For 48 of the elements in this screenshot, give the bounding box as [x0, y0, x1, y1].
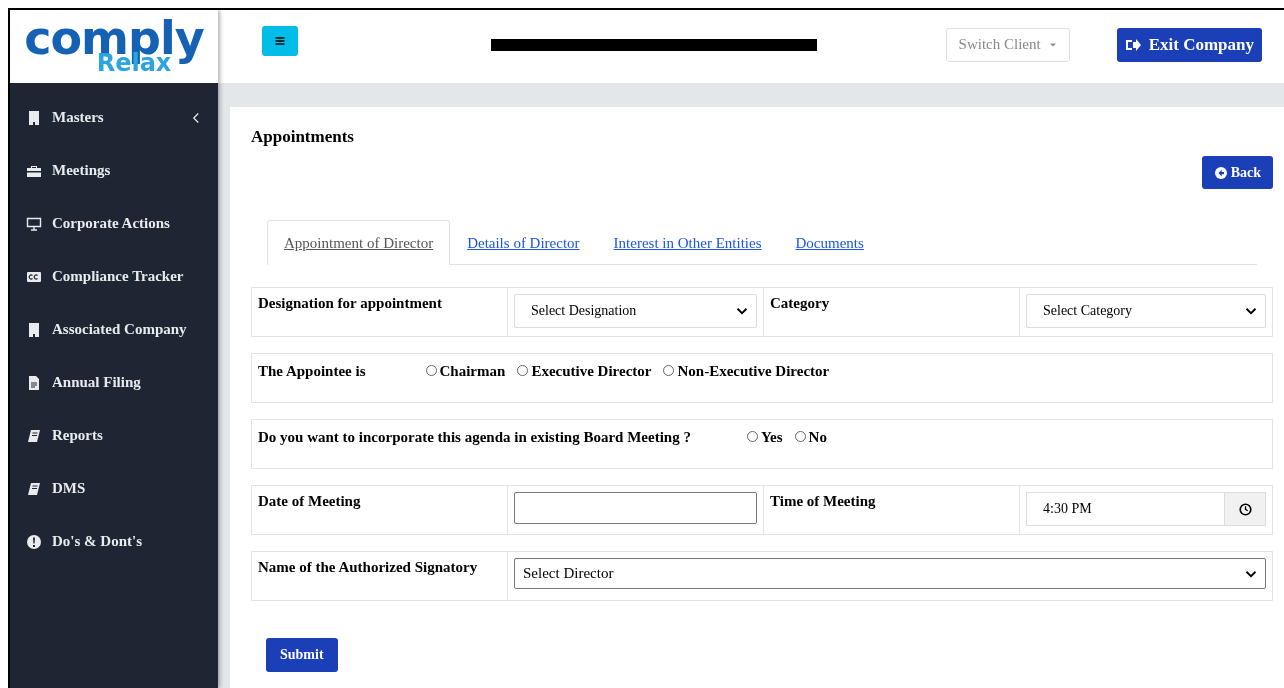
tab[interactable]: Interest in Other Entities [596, 220, 779, 265]
field-label: Name of the Authorized Signatory [252, 552, 508, 600]
sidebar-item[interactable]: Masters [10, 91, 218, 144]
field-label: Do you want to incorporate this agenda in existing Board Meeting ? [258, 429, 691, 446]
tab[interactable]: Appointment of Director [267, 220, 451, 265]
sidebar-item[interactable]: Meetings [10, 144, 218, 197]
back-button[interactable]: Back [1201, 156, 1273, 189]
sidebar-item[interactable]: Compliance Tracker [10, 250, 218, 303]
sidebar-item[interactable]: Do's & Dont's [10, 515, 218, 568]
radio-option[interactable]: Chairman [425, 363, 506, 380]
field-label: Time of Meeting [764, 486, 1020, 534]
field-label: Designation for appointment [252, 288, 508, 336]
page-title: Appointments [251, 127, 355, 147]
field-label: Date of Meeting [252, 486, 508, 534]
time-field[interactable]: 4:30 PM [1026, 492, 1266, 526]
radio-option[interactable]: Executive Director [517, 363, 652, 380]
book-icon [26, 480, 42, 497]
clock-icon [1238, 502, 1252, 516]
building-icon [26, 321, 42, 338]
menu-button[interactable] [262, 25, 298, 56]
exclamation-circle-icon [26, 533, 42, 550]
radio-option[interactable]: Non-Executive Director [663, 363, 830, 380]
radio-option[interactable]: Yes [746, 429, 783, 446]
radio-option[interactable]: No [794, 429, 827, 446]
building-icon [26, 109, 42, 126]
tab[interactable]: Documents [778, 220, 881, 265]
arrow-left-circle-icon [1214, 166, 1227, 179]
book-icon [26, 427, 42, 444]
sidebar-item[interactable]: DMS [10, 462, 218, 515]
select-field[interactable]: Select Designation [514, 294, 757, 328]
menu-icon [274, 34, 286, 47]
switch-client-dropdown[interactable]: Switch Client [945, 27, 1070, 62]
submit-button[interactable]: Submit [266, 638, 338, 672]
document-icon [26, 374, 42, 391]
tab[interactable]: Details of Director [450, 220, 597, 265]
sidebar-item[interactable]: Corporate Actions [10, 197, 218, 250]
chevron-down-icon [1245, 305, 1257, 317]
select-field[interactable]: Select Director [514, 558, 1266, 589]
sidebar-item[interactable]: Reports [10, 409, 218, 462]
date-field[interactable] [514, 492, 757, 524]
select-field[interactable]: Select Category [1026, 294, 1266, 328]
chevron-down-icon [736, 305, 748, 317]
sidebar-item[interactable]: Associated Company [10, 303, 218, 356]
exit-company-button[interactable]: Exit Company [1116, 27, 1262, 62]
field-label: The Appointee is [258, 363, 366, 380]
monitor-icon [26, 215, 42, 232]
field-label: Category [764, 288, 1020, 336]
sidebar-item[interactable]: Annual Filing [10, 356, 218, 409]
